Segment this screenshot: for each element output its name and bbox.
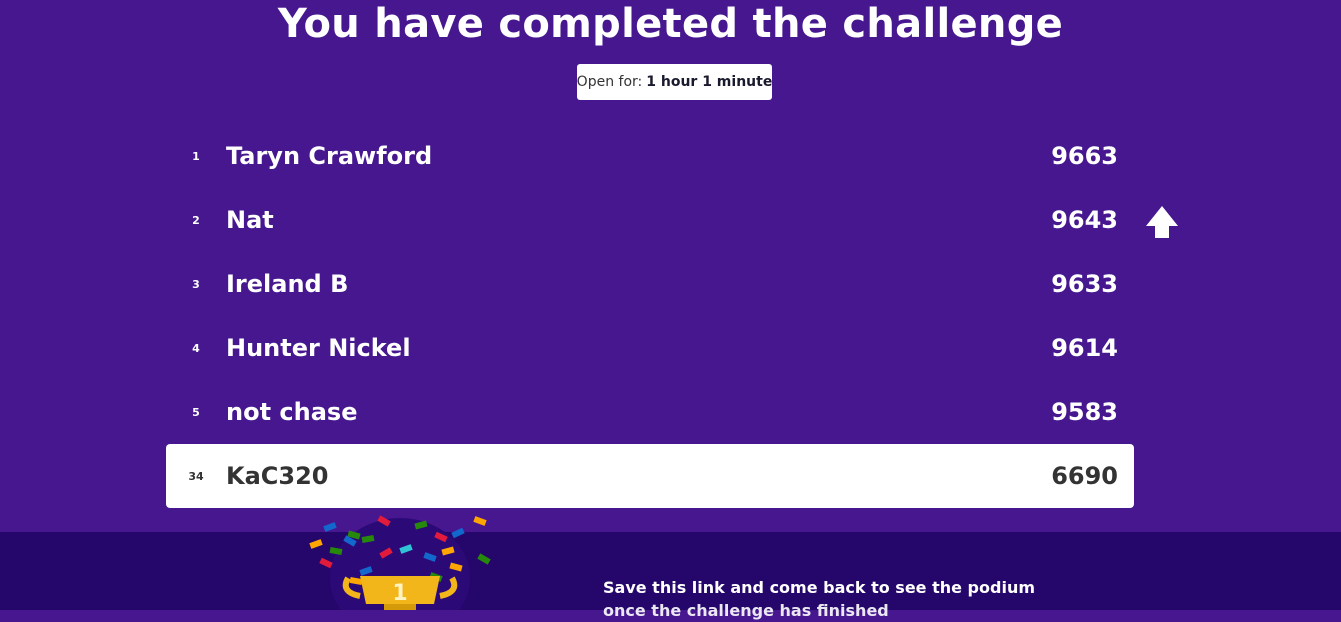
open-for-label: Open for:	[576, 74, 643, 90]
trophy-badge-number: 1	[392, 581, 407, 606]
save-link-message-line2: once the challenge has finished	[603, 601, 889, 620]
leaderboard-row: 5 not chase 9583	[166, 380, 1134, 444]
player-score: 9663	[1051, 142, 1118, 170]
rank-number: 4	[192, 341, 200, 355]
player-score: 9643	[1051, 206, 1118, 234]
save-link-message: Save this link and come back to see the …	[603, 578, 1035, 597]
leaderboard-row: 2 Nat 9643	[166, 188, 1134, 252]
rank-number: 3	[192, 277, 200, 291]
player-name: KaC320	[226, 462, 329, 490]
rank-number: 5	[192, 405, 200, 419]
player-name: not chase	[226, 398, 358, 426]
arrow-up-icon[interactable]	[1144, 204, 1180, 240]
rank-number: 1	[192, 149, 200, 163]
page-title: You have completed the challenge	[277, 1, 1064, 47]
leaderboard-row: 1 Taryn Crawford 9663	[166, 124, 1134, 188]
player-score: 6690	[1051, 462, 1118, 490]
player-name: Taryn Crawford	[226, 142, 433, 170]
rank-number: 2	[192, 213, 200, 227]
player-name: Nat	[226, 206, 274, 234]
player-name: Hunter Nickel	[226, 334, 411, 362]
leaderboard-row: 4 Hunter Nickel 9614	[166, 316, 1134, 380]
open-for-value: 1 hour 1 minute	[646, 74, 773, 90]
current-player-row: 34 KaC320 6690	[166, 444, 1134, 508]
player-score: 9583	[1051, 398, 1118, 426]
player-score: 9614	[1051, 334, 1118, 362]
trophy-icon: 1	[309, 515, 491, 610]
player-score: 9633	[1051, 270, 1118, 298]
open-for-badge: Open for: 1 hour 1 minute	[577, 64, 772, 100]
player-name: Ireland B	[226, 270, 349, 298]
leaderboard-row: 3 Ireland B 9633	[166, 252, 1134, 316]
rank-number: 34	[188, 469, 204, 483]
